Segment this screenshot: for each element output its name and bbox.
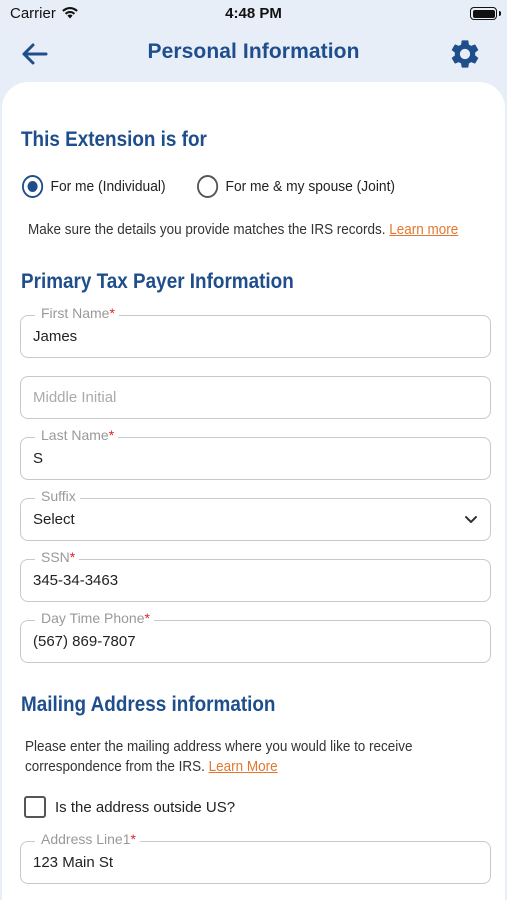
irs-note-text: Make sure the details you provide matche… xyxy=(28,222,386,238)
radio-joint-label: For me & my spouse (Joint) xyxy=(225,178,396,195)
address-line1-label: Address Line1* xyxy=(35,831,140,847)
mailing-note: Please enter the mailing address where y… xyxy=(25,737,413,777)
nav-bar: Personal Information xyxy=(0,28,507,80)
status-bar: Carrier 4:48 PM xyxy=(0,0,507,28)
radio-selected-icon xyxy=(22,175,44,198)
primary-section-title: Primary Tax Payer Information xyxy=(21,270,294,293)
mailing-section-title: Mailing Address information xyxy=(21,693,276,716)
extension-section-title: This Extension is for xyxy=(21,128,207,151)
first-name-field[interactable]: First Name* James xyxy=(20,305,491,358)
ssn-field[interactable]: SSN* 345-34-3463 xyxy=(20,549,491,602)
last-name-label: Last Name* xyxy=(35,427,119,443)
outside-us-checkbox-row[interactable]: Is the address outside US? xyxy=(24,796,235,818)
page-title: Personal Information xyxy=(147,40,360,63)
chevron-down-icon xyxy=(464,512,478,531)
phone-field[interactable]: Day Time Phone* (567) 869-7807 xyxy=(20,610,491,663)
middle-initial-field[interactable]: Middle Initial xyxy=(20,376,491,419)
middle-initial-placeholder: Middle Initial xyxy=(33,389,117,406)
phone-value: (567) 869-7807 xyxy=(33,633,136,650)
battery-icon xyxy=(470,7,501,20)
outside-us-label: Is the address outside US? xyxy=(55,798,236,816)
address-line1-value: 123 Main St xyxy=(33,854,114,871)
clock: 4:48 PM xyxy=(225,5,282,22)
irs-records-note: Make sure the details you provide matche… xyxy=(28,220,458,240)
mailing-learn-more-link[interactable]: Learn More xyxy=(209,759,278,775)
suffix-label: Suffix xyxy=(35,488,80,504)
settings-button[interactable] xyxy=(447,36,483,72)
outside-us-checkbox[interactable] xyxy=(24,796,46,818)
ssn-value: 345-34-3463 xyxy=(33,572,119,589)
mailing-note-line1: Please enter the mailing address where y… xyxy=(25,739,413,755)
last-name-value: S xyxy=(33,450,44,467)
radio-individual-label: For me (Individual) xyxy=(50,178,166,195)
radio-joint[interactable]: For me & my spouse (Joint) xyxy=(197,175,395,198)
suffix-select[interactable]: Suffix Select xyxy=(20,488,491,541)
first-name-value: James xyxy=(33,328,78,345)
ssn-label: SSN* xyxy=(35,549,80,565)
last-name-field[interactable]: Last Name* S xyxy=(20,427,491,480)
first-name-label: First Name* xyxy=(35,305,119,321)
radio-individual[interactable]: For me (Individual) xyxy=(22,175,166,198)
address-line1-field[interactable]: Address Line1* 123 Main St xyxy=(20,831,491,884)
content-card: This Extension is for For me (Individual… xyxy=(2,82,505,900)
gear-icon xyxy=(451,40,479,68)
phone-label: Day Time Phone* xyxy=(35,610,154,626)
suffix-value: Select xyxy=(33,511,75,528)
learn-more-link[interactable]: Learn more xyxy=(389,222,458,238)
mailing-note-line2: correspondence from the IRS. xyxy=(25,759,205,775)
radio-unselected-icon xyxy=(197,175,219,198)
